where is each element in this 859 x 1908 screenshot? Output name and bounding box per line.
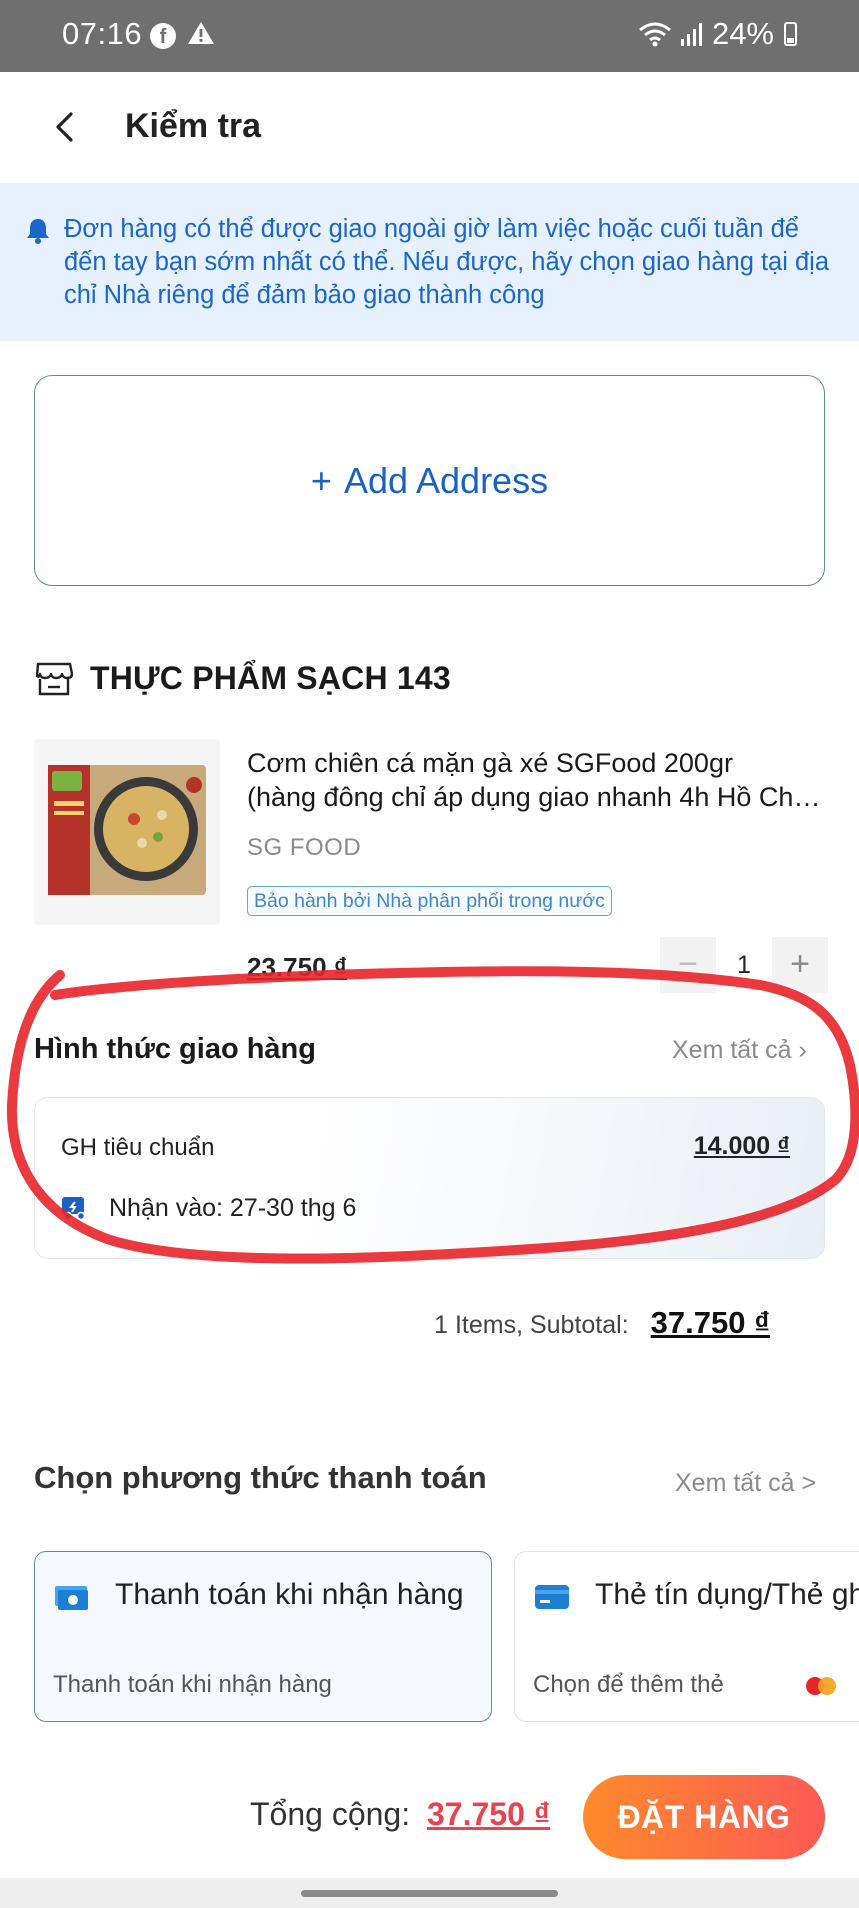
payment-card-subtitle: Chọn để thêm thẻ	[533, 1671, 724, 1698]
delivery-truck-icon	[62, 1197, 86, 1220]
add-address-button[interactable]: + Add Address	[34, 375, 825, 586]
wifi-icon	[639, 22, 671, 47]
payment-cod-card[interactable]: Thanh toán khi nhận hàng Thanh toán khi …	[34, 1551, 492, 1722]
subtotal-row: 1 Items, Subtotal: 37.750 ₫	[434, 1305, 770, 1341]
back-arrow-icon[interactable]	[40, 102, 90, 152]
mastercard-icon	[806, 1677, 836, 1695]
status-right: 24%	[638, 16, 797, 52]
warranty-badge: Bảo hành bởi Nhà phân phối trong nước	[247, 886, 612, 916]
product-package-image	[48, 765, 206, 895]
payment-card-card[interactable]: Thẻ tín dụng/Thẻ ghi nợ Chọn để thêm thẻ	[514, 1551, 859, 1722]
place-order-button[interactable]: ĐẶT HÀNG	[583, 1775, 825, 1859]
chevron-right-icon: ›	[798, 1036, 807, 1064]
payment-method-title: Chọn phương thức thanh toán	[34, 1460, 487, 1495]
facebook-icon: f	[150, 23, 176, 49]
store-icon	[35, 662, 74, 695]
quantity-stepper: − 1 +	[660, 937, 828, 993]
quantity-increase-button[interactable]: +	[772, 937, 828, 993]
signal-icon	[680, 23, 702, 46]
bell-icon	[27, 219, 49, 244]
app-header: Kiểm tra	[0, 72, 859, 182]
product-brand: SG FOOD	[247, 834, 362, 861]
status-bar: 07:16 f 24%	[0, 0, 859, 72]
quantity-decrease-button[interactable]: −	[660, 937, 716, 993]
payment-cod-title: Thanh toán khi nhận hàng	[115, 1578, 464, 1611]
product-name[interactable]: Cơm chiên cá mặn gà xé SGFood 200gr (hàn…	[247, 746, 827, 814]
home-gesture-handle[interactable]	[301, 1890, 558, 1897]
subtotal-value: 37.750 ₫	[650, 1305, 770, 1340]
quantity-value: 1	[737, 950, 751, 979]
delivery-eta: Nhận vào: 27-30 thg 6	[109, 1194, 357, 1222]
cash-icon	[55, 1586, 88, 1610]
page-title: Kiểm tra	[125, 107, 262, 145]
payment-card-title: Thẻ tín dụng/Thẻ ghi nợ	[595, 1578, 859, 1611]
notice-text: Đơn hàng có thể được giao ngoài giờ làm …	[64, 215, 829, 309]
product-image[interactable]	[34, 739, 220, 925]
total-value: 37.750 ₫	[427, 1796, 551, 1832]
delivery-option-name: GH tiêu chuẩn	[61, 1134, 215, 1161]
battery-icon	[784, 22, 797, 46]
payment-see-all-link[interactable]: Xem tất cả >	[675, 1469, 816, 1498]
payment-cod-subtitle: Thanh toán khi nhận hàng	[53, 1671, 332, 1698]
delivery-method-title: Hình thức giao hàng	[34, 1033, 316, 1065]
delivery-option-card[interactable]: GH tiêu chuẩn 14.000 ₫ Nhận vào: 27-30 t…	[34, 1097, 825, 1259]
product-name-line1: Cơm chiên cá mặn gà xé SGFood 200gr	[247, 748, 733, 778]
total-label: Tổng cộng:	[250, 1796, 411, 1832]
shop-name: THỰC PHẨM SẠCH 143	[90, 660, 451, 696]
delivery-see-all-label: Xem tất cả	[672, 1036, 792, 1064]
checkout-screen: 07:16 f 24% Kiểm tra Đơn hàng có thể đượ…	[0, 0, 859, 1908]
total-row: Tổng cộng: 37.750 ₫	[250, 1796, 550, 1833]
delivery-option-price: 14.000 ₫	[693, 1132, 790, 1160]
subtotal-label: 1 Items, Subtotal:	[434, 1311, 629, 1339]
shop-header: THỰC PHẨM SẠCH 143	[34, 660, 451, 697]
status-time: 07:16	[62, 16, 143, 51]
delivery-see-all-link[interactable]: Xem tất cả ›	[672, 1036, 807, 1065]
warning-icon	[188, 22, 214, 44]
battery-percent: 24%	[711, 16, 774, 51]
product-name-line2: (hàng đông chỉ áp dụng giao nhanh 4h Hồ …	[247, 782, 827, 812]
credit-card-icon	[535, 1585, 569, 1609]
plus-icon: +	[310, 459, 332, 501]
product-price: 23.750 ₫	[247, 952, 348, 982]
delivery-notice-banner: Đơn hàng có thể được giao ngoài giờ làm …	[0, 183, 859, 341]
add-address-label: Add Address	[343, 459, 549, 501]
system-nav-bar	[0, 1878, 859, 1908]
